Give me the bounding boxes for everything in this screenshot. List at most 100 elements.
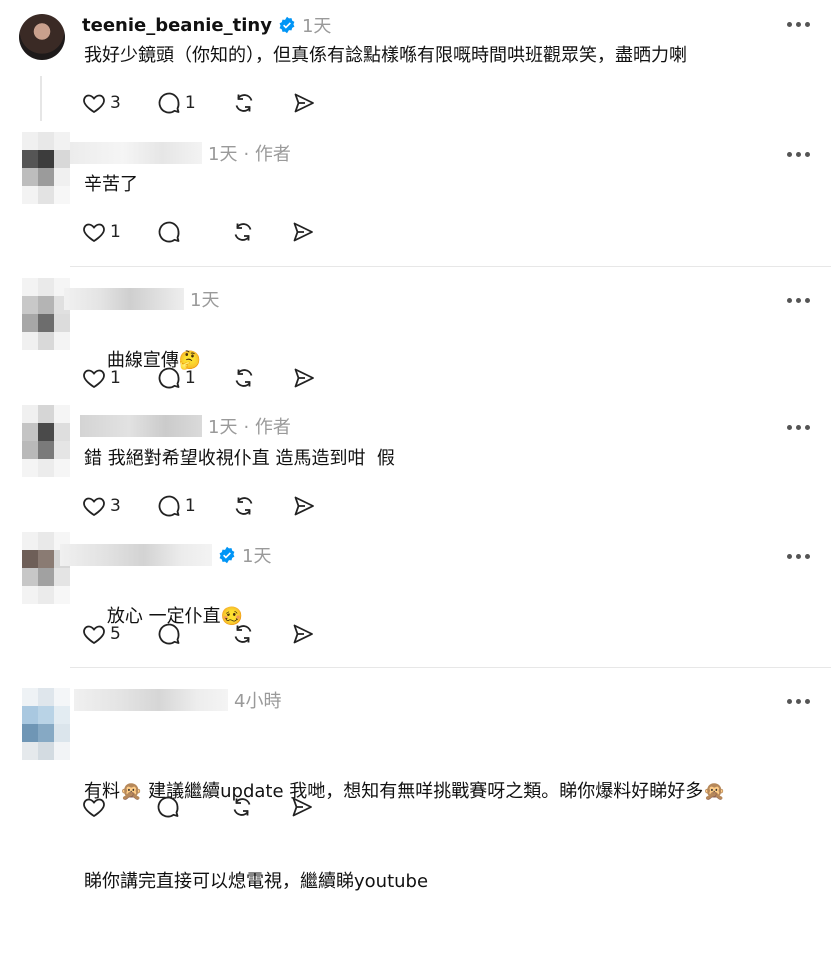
like-button[interactable]: 1	[82, 220, 121, 244]
comment-time: 1天	[208, 417, 238, 438]
comment: 1天 曲線宣傳🤔 1 1	[0, 278, 831, 408]
reply-button[interactable]: 1	[157, 366, 196, 390]
more-icon[interactable]	[787, 149, 813, 159]
repost-icon	[235, 369, 253, 387]
comment-text: 辛苦了	[84, 174, 138, 195]
share-icon	[292, 797, 312, 817]
post-actions: 3 1	[82, 90, 352, 116]
post-text: 我好少鏡頭（你知的），但真係有諗點樣喺有限嘅時間哄班觀眾笑，盡晒力喇	[84, 45, 687, 66]
like-count: 1	[110, 222, 121, 242]
comment-actions: 1	[82, 219, 351, 245]
comment-actions: 5	[82, 621, 351, 647]
share-button[interactable]	[292, 366, 316, 390]
heart-icon	[83, 497, 105, 517]
comment-actions	[82, 794, 350, 820]
repost-icon	[234, 223, 252, 241]
repost-button[interactable]	[232, 366, 256, 390]
reply-button[interactable]	[156, 795, 194, 819]
comment-time: 1天	[208, 144, 238, 165]
comment-text: 錯 我絕對希望收視仆直 造馬造到咁 假	[84, 448, 395, 469]
comment: 1天 放心 一定仆直🥴 5	[0, 532, 831, 667]
like-button[interactable]: 3	[82, 494, 121, 518]
comment-header: 1天	[60, 543, 271, 567]
repost-button[interactable]	[232, 494, 256, 518]
author-tag: · 作者	[243, 144, 291, 165]
comment-header: 1天 · 作者	[70, 141, 291, 165]
heart-icon	[83, 798, 105, 818]
username-blurred[interactable]	[74, 689, 228, 711]
comment-text: 曲線宣傳🤔	[84, 316, 804, 406]
divider	[70, 667, 831, 668]
reply-count: 1	[184, 93, 196, 113]
repost-button[interactable]	[232, 91, 256, 115]
repost-button[interactable]	[231, 622, 255, 646]
share-button[interactable]	[290, 795, 314, 819]
share-button[interactable]	[292, 494, 316, 518]
more-icon[interactable]	[787, 551, 813, 561]
share-icon	[294, 368, 314, 388]
post-time: 1天	[301, 16, 332, 37]
share-button[interactable]	[292, 91, 316, 115]
more-icon[interactable]	[787, 295, 813, 305]
comment-actions: 1 1	[82, 365, 352, 391]
avatar[interactable]	[22, 278, 70, 350]
comment-icon	[158, 92, 180, 114]
share-button[interactable]	[291, 220, 315, 244]
comment-actions: 3 1	[82, 493, 352, 519]
more-icon[interactable]	[787, 422, 813, 432]
like-button[interactable]	[82, 795, 120, 819]
reply-button[interactable]: 1	[157, 494, 196, 518]
like-count: 3	[110, 496, 121, 516]
reply-button[interactable]	[157, 220, 195, 244]
avatar[interactable]	[19, 14, 65, 60]
comment-time: 4小時	[234, 691, 282, 712]
comment: 1天 · 作者 辛苦了 1	[0, 132, 831, 267]
heart-icon	[83, 625, 105, 645]
comment-text-line2: 睇你講完直接可以熄電視，繼續睇youtube	[84, 871, 429, 892]
username-blurred[interactable]	[60, 544, 212, 566]
like-count: 3	[110, 93, 121, 113]
comment-icon	[158, 367, 180, 389]
author-tag: · 作者	[243, 417, 291, 438]
share-button[interactable]	[291, 622, 315, 646]
share-icon	[294, 496, 314, 516]
like-button[interactable]: 5	[82, 622, 121, 646]
verified-icon	[219, 546, 235, 564]
reply-button[interactable]: 1	[157, 91, 196, 115]
avatar[interactable]	[22, 405, 70, 477]
like-button[interactable]: 3	[82, 91, 121, 115]
more-icon[interactable]	[787, 696, 813, 706]
heart-icon	[83, 369, 105, 389]
avatar[interactable]	[22, 132, 70, 204]
reply-button[interactable]	[157, 622, 195, 646]
heart-icon	[83, 223, 105, 243]
main-post: teenie_beanie_tiny 1天 我好少鏡頭（你知的），但真係有諗點樣…	[0, 0, 831, 130]
repost-button[interactable]	[230, 795, 254, 819]
username-blurred[interactable]	[70, 142, 202, 164]
post-header: teenie_beanie_tiny 1天	[82, 13, 332, 38]
share-icon	[293, 222, 313, 242]
comment-icon	[158, 495, 180, 517]
username-blurred[interactable]	[80, 415, 202, 437]
comment-text: 放心 一定仆直🥴	[84, 572, 804, 662]
comment-time: 1天	[242, 546, 272, 567]
username[interactable]: teenie_beanie_tiny	[82, 15, 272, 36]
like-button[interactable]: 1	[82, 366, 121, 390]
comment-header: 1天	[64, 287, 219, 311]
heart-icon	[83, 94, 105, 114]
more-icon[interactable]	[787, 19, 813, 29]
repost-icon	[235, 94, 253, 112]
comment-icon	[157, 796, 179, 818]
repost-icon	[235, 497, 253, 515]
like-count: 1	[110, 368, 121, 388]
username-blurred[interactable]	[64, 288, 184, 310]
avatar[interactable]	[22, 688, 70, 760]
comment-header: 4小時	[74, 688, 281, 712]
comment-icon	[158, 623, 180, 645]
comment-icon	[158, 221, 180, 243]
repost-button[interactable]	[231, 220, 255, 244]
share-icon	[293, 624, 313, 644]
comment-time: 1天	[190, 290, 220, 311]
reply-count: 1	[184, 496, 196, 516]
comment: 1天 · 作者 錯 我絕對希望收視仆直 造馬造到咁 假 3 1	[0, 405, 831, 535]
